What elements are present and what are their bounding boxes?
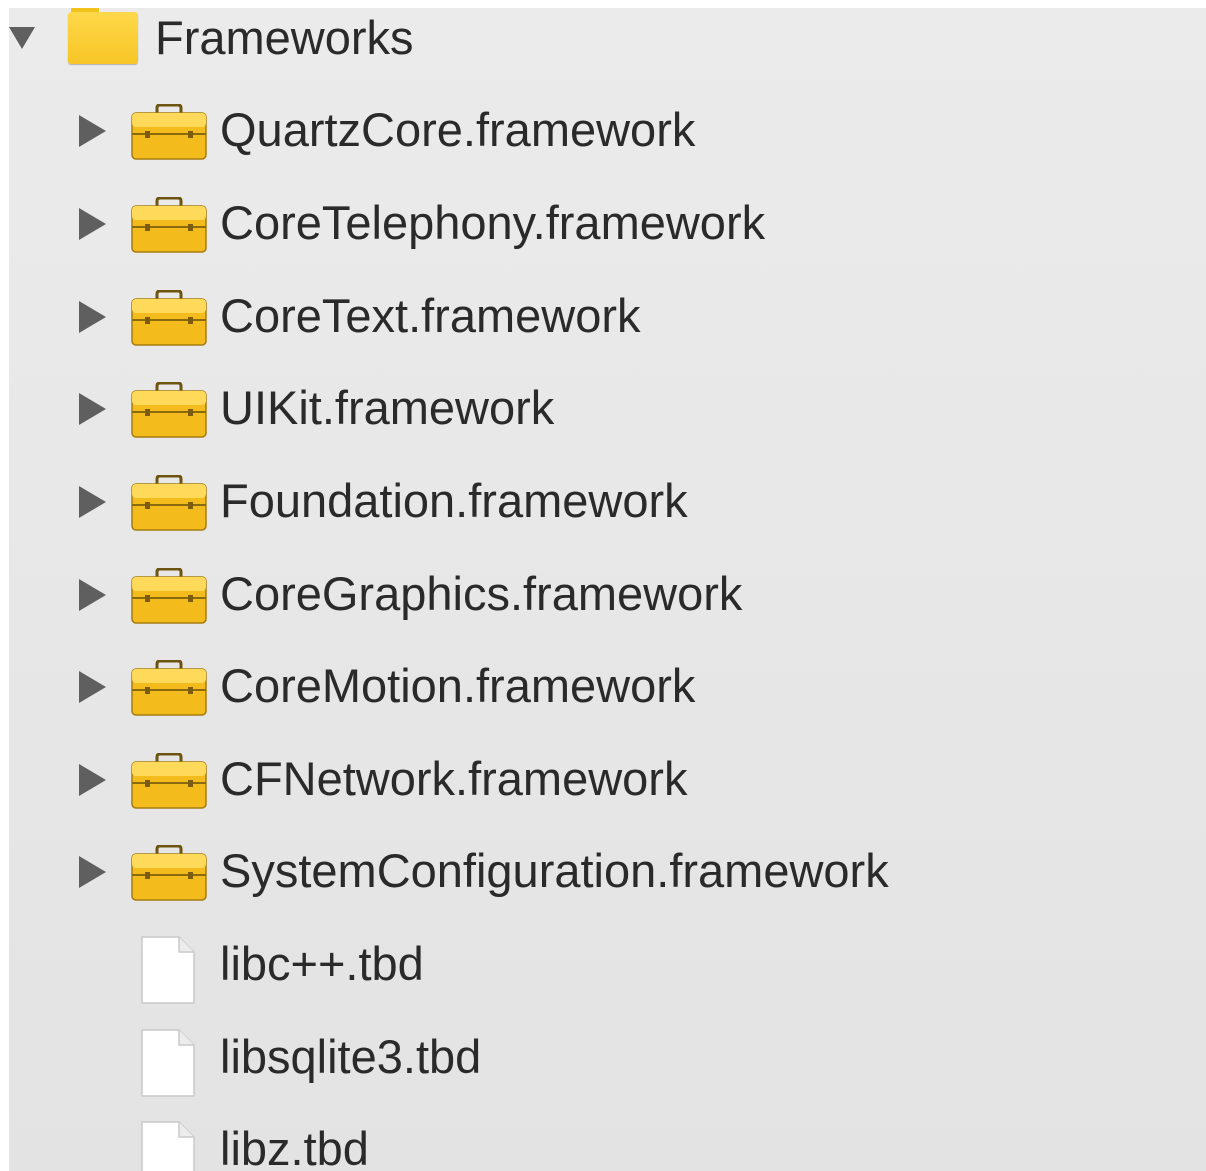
framework-row[interactable]: CoreGraphics.framework (9, 566, 1206, 659)
framework-label: UIKit.framework (220, 381, 555, 434)
group-label: Frameworks (155, 11, 414, 64)
file-label: libsqlite3.tbd (220, 1030, 482, 1083)
framework-label: CoreText.framework (220, 289, 641, 342)
framework-label: CoreTelephony.framework (220, 196, 766, 249)
disclosure-triangle-collapsed-icon[interactable] (79, 393, 106, 425)
briefcase-icon (130, 290, 208, 348)
framework-label: Foundation.framework (220, 474, 688, 527)
framework-label: SystemConfiguration.framework (220, 844, 889, 897)
briefcase-icon (130, 845, 208, 903)
disclosure-triangle-collapsed-icon[interactable] (79, 671, 106, 703)
briefcase-icon (130, 197, 208, 255)
disclosure-triangle-collapsed-icon[interactable] (79, 208, 106, 240)
framework-row[interactable]: Foundation.framework (9, 473, 1206, 566)
framework-row[interactable]: CFNetwork.framework (9, 751, 1206, 844)
disclosure-triangle-collapsed-icon[interactable] (79, 486, 106, 518)
disclosure-triangle-collapsed-icon[interactable] (79, 579, 106, 611)
framework-label: QuartzCore.framework (220, 103, 696, 156)
file-label: libc++.tbd (220, 937, 424, 990)
file-label: libz.tbd (220, 1122, 369, 1171)
briefcase-icon (130, 660, 208, 718)
framework-label: CoreMotion.framework (220, 659, 696, 712)
briefcase-icon (130, 475, 208, 533)
framework-row[interactable]: CoreMotion.framework (9, 658, 1206, 751)
file-icon (141, 936, 195, 1004)
disclosure-triangle-collapsed-icon[interactable] (79, 856, 106, 888)
briefcase-icon (130, 382, 208, 440)
folder-icon (68, 8, 138, 68)
file-row[interactable]: libsqlite3.tbd (9, 1029, 1206, 1122)
framework-row[interactable]: UIKit.framework (9, 380, 1206, 473)
file-icon (141, 1029, 195, 1097)
framework-row[interactable]: QuartzCore.framework (9, 102, 1206, 195)
briefcase-icon (130, 568, 208, 626)
framework-row[interactable]: CoreText.framework (9, 288, 1206, 381)
framework-row[interactable]: SystemConfiguration.framework (9, 843, 1206, 936)
project-navigator: Frameworks QuartzCore.framework CoreTele… (9, 8, 1206, 1171)
file-row[interactable]: libz.tbd (9, 1121, 1206, 1171)
framework-label: CFNetwork.framework (220, 752, 688, 805)
framework-row[interactable]: CoreTelephony.framework (9, 195, 1206, 288)
file-row[interactable]: libc++.tbd (9, 936, 1206, 1029)
disclosure-triangle-collapsed-icon[interactable] (79, 115, 106, 147)
disclosure-triangle-collapsed-icon[interactable] (79, 764, 106, 796)
framework-label: CoreGraphics.framework (220, 567, 743, 620)
file-icon (141, 1121, 195, 1171)
briefcase-icon (130, 104, 208, 162)
group-row-frameworks[interactable]: Frameworks (9, 8, 1206, 103)
briefcase-icon (130, 753, 208, 811)
disclosure-triangle-expanded-icon[interactable] (9, 27, 35, 49)
disclosure-triangle-collapsed-icon[interactable] (79, 301, 106, 333)
